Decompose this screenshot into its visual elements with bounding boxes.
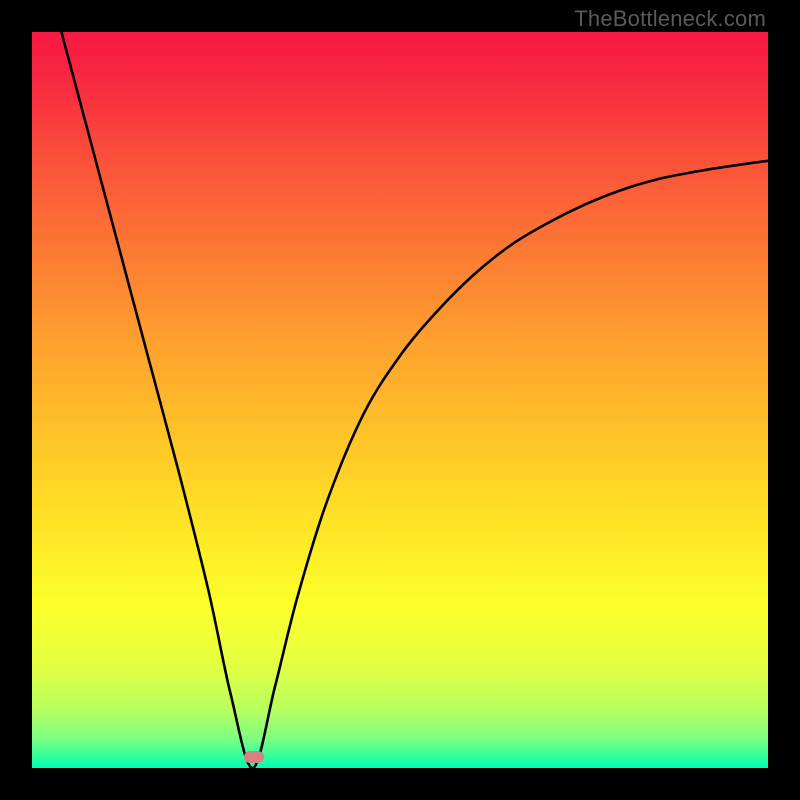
minimum-marker — [244, 751, 264, 763]
plot-area — [32, 32, 768, 768]
chart-frame: TheBottleneck.com — [0, 0, 800, 800]
bottleneck-curve — [32, 32, 768, 768]
watermark-text: TheBottleneck.com — [574, 6, 766, 32]
